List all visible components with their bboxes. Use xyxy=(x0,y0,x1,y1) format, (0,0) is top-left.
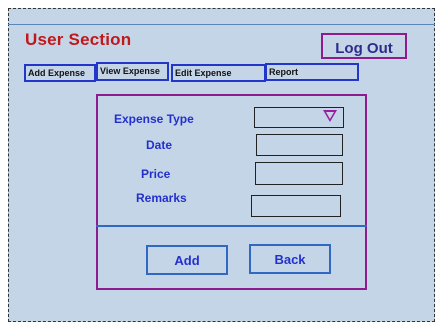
page-title: User Section xyxy=(25,30,132,49)
date-field[interactable] xyxy=(256,134,343,156)
tab-report[interactable]: Report xyxy=(265,63,359,81)
expense-type-select[interactable] xyxy=(254,107,344,128)
back-button[interactable]: Back xyxy=(249,244,331,274)
date-label: Date xyxy=(146,138,173,152)
tab-view-expense[interactable]: View Expense xyxy=(96,62,169,81)
tab-add-expense[interactable]: Add Expense xyxy=(24,64,96,82)
remarks-field[interactable] xyxy=(251,195,341,217)
expense-type-label: Expense Type xyxy=(114,112,194,126)
remarks-label: Remarks xyxy=(136,191,187,205)
tab-edit-expense[interactable]: Edit Expense xyxy=(171,64,266,82)
form-divider xyxy=(96,225,367,227)
header-divider xyxy=(8,24,435,25)
price-field[interactable] xyxy=(255,162,343,185)
add-button[interactable]: Add xyxy=(146,245,228,275)
price-label: Price xyxy=(141,167,171,181)
chevron-down-icon xyxy=(323,110,337,122)
logout-button[interactable]: Log Out xyxy=(321,33,407,59)
